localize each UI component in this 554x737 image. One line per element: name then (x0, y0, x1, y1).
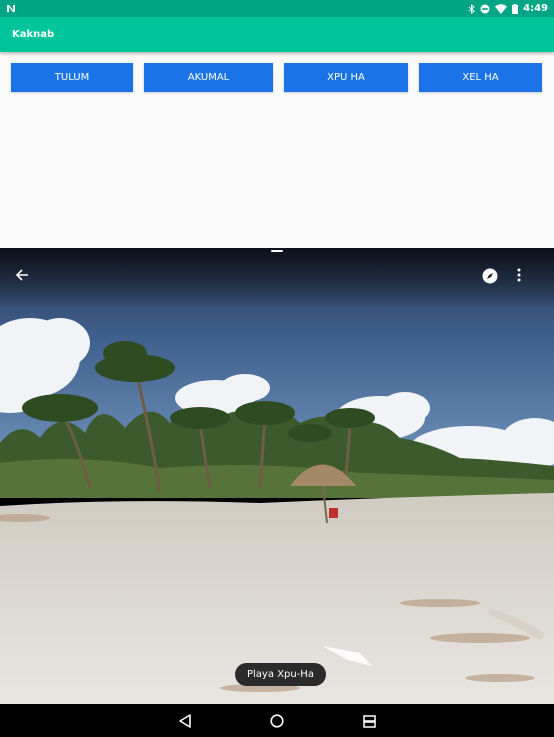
app-bar: Kaknab (0, 17, 554, 52)
compass-icon[interactable] (482, 268, 504, 290)
home-circle-icon[interactable] (268, 712, 286, 730)
wifi-icon (495, 3, 508, 14)
tulum-button[interactable]: TULUM (11, 63, 133, 92)
n-icon (6, 4, 16, 13)
place-label: Playa Xpu-Ha (247, 669, 314, 680)
split-handle[interactable] (271, 250, 283, 252)
xel-ha-button[interactable]: XEL HA (419, 63, 542, 92)
navigation-bar (0, 704, 554, 737)
xpu-ha-button[interactable]: XPU HA (284, 63, 408, 92)
panorama-image (0, 248, 554, 704)
app-title: Kaknab (12, 29, 55, 40)
more-vert-icon[interactable] (517, 268, 539, 290)
street-view-panorama[interactable]: Playa Xpu-Ha (0, 248, 554, 704)
recents-square-icon[interactable] (360, 712, 378, 730)
battery-icon (512, 3, 519, 14)
back-triangle-icon[interactable] (176, 712, 194, 730)
back-arrow-icon[interactable] (15, 268, 37, 290)
status-time: 4:49 (523, 3, 548, 14)
status-bar: 4:49 (0, 0, 554, 17)
content-area: TULUM AKUMAL XPU HA XEL HA (0, 52, 554, 248)
akumal-button[interactable]: AKUMAL (144, 63, 273, 92)
place-label-chip[interactable]: Playa Xpu-Ha (235, 663, 326, 686)
do-not-disturb-icon (480, 4, 490, 14)
top-shade (0, 248, 554, 308)
bluetooth-icon (468, 3, 475, 14)
